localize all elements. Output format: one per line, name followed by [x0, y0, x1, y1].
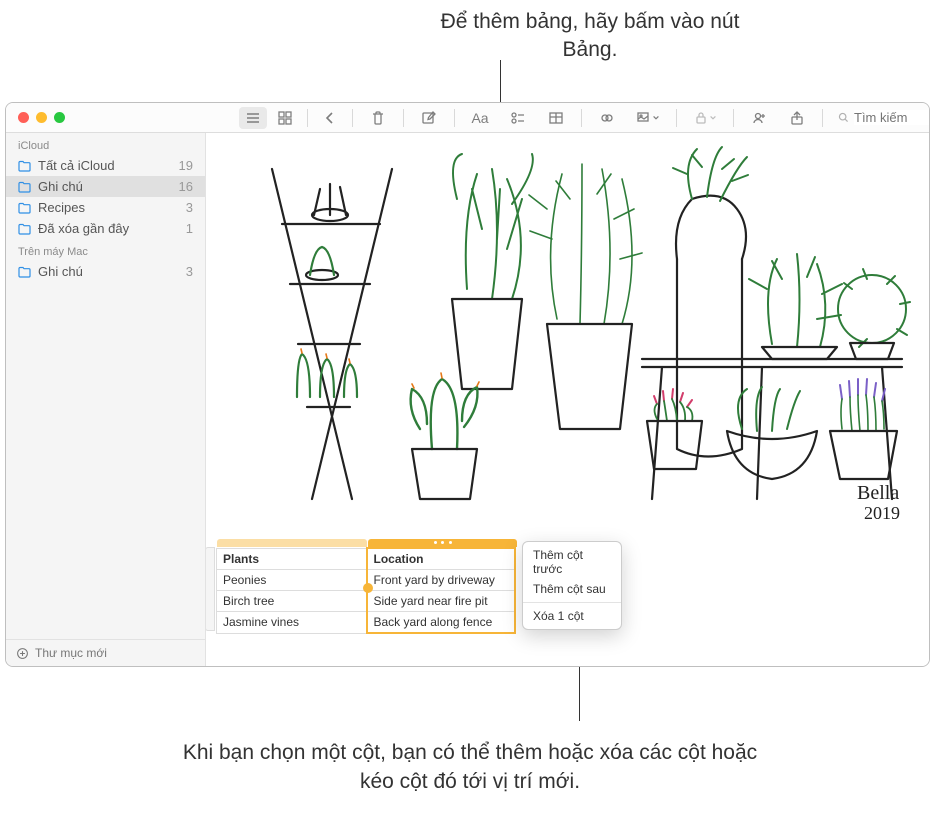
toolbar: Aa — [65, 107, 930, 129]
note-table[interactable]: Plants Location Peonies Front yard by dr… — [216, 547, 516, 634]
sketch-year: 2019 — [864, 503, 900, 523]
share-icon — [789, 110, 805, 126]
sidebar-item-recently-deleted[interactable]: Đã xóa gần đây 1 — [6, 218, 205, 239]
callout-bottom: Khi bạn chọn một cột, bạn có thể thêm ho… — [170, 739, 770, 796]
table-row-handle[interactable] — [206, 547, 215, 631]
sidebar-item-count: 1 — [186, 221, 193, 236]
search-field[interactable] — [831, 110, 930, 125]
table-cell[interactable]: Peonies — [217, 570, 367, 591]
app-window: Aa — [5, 102, 930, 667]
plants-sketch: Bella 2019 — [206, 133, 929, 529]
table-header-cell[interactable]: Location — [367, 548, 515, 570]
folder-icon — [18, 266, 32, 278]
share-button[interactable] — [780, 107, 814, 129]
grid-icon — [277, 110, 293, 126]
search-input[interactable] — [854, 110, 930, 125]
zoom-button[interactable] — [54, 112, 65, 123]
table-cell[interactable]: Back yard along fence — [367, 612, 515, 634]
minimize-button[interactable] — [36, 112, 47, 123]
folder-icon — [18, 160, 32, 172]
table-cell[interactable]: Front yard by driveway — [367, 570, 515, 591]
chevron-left-icon — [322, 110, 338, 126]
lock-button[interactable] — [685, 107, 725, 129]
trash-icon — [370, 110, 386, 126]
format-button[interactable]: Aa — [463, 107, 497, 129]
sketch-signature: Bella — [857, 482, 899, 504]
checklist-icon — [510, 110, 526, 126]
sidebar-item-label: Ghi chú — [38, 264, 180, 279]
new-folder-button[interactable]: Thư mục mới — [6, 639, 205, 666]
table-column-handle-selected[interactable] — [368, 539, 517, 547]
table-header-row: Plants Location — [217, 548, 515, 570]
list-icon — [245, 110, 261, 126]
plus-circle-icon — [16, 647, 29, 660]
callout-top: Để thêm bảng, hãy bấm vào nút Bảng. — [420, 8, 760, 65]
table-column-handle[interactable] — [217, 539, 367, 547]
list-view-button[interactable] — [239, 107, 267, 129]
format-icon: Aa — [471, 110, 488, 126]
chevron-down-icon — [652, 114, 660, 122]
sidebar-item-count: 3 — [186, 200, 193, 215]
note-content: Bella 2019 Plants Lo — [206, 133, 929, 666]
menu-item-delete-col[interactable]: Xóa 1 cột — [523, 606, 621, 626]
menu-separator — [523, 602, 621, 603]
compose-button[interactable] — [412, 107, 446, 129]
table-cell[interactable]: Birch tree — [217, 591, 367, 612]
table-header-cell[interactable]: Plants — [217, 548, 367, 570]
table-resize-handle[interactable] — [363, 583, 373, 593]
table-row: Jasmine vines Back yard along fence — [217, 612, 515, 634]
folder-icon — [18, 181, 32, 193]
sidebar-item-count: 16 — [179, 179, 193, 194]
sidebar-item-label: Ghi chú — [38, 179, 173, 194]
lock-icon — [693, 110, 709, 126]
sidebar-section-title: iCloud — [6, 133, 205, 155]
menu-item-add-col-after[interactable]: Thêm cột sau — [523, 579, 621, 599]
table-cell[interactable]: Side yard near fire pit — [367, 591, 515, 612]
table-cell[interactable]: Jasmine vines — [217, 612, 367, 634]
sidebar-item-mac-notes[interactable]: Ghi chú 3 — [6, 261, 205, 282]
compose-icon — [421, 110, 437, 126]
collaborate-button[interactable] — [742, 107, 776, 129]
folder-icon — [18, 223, 32, 235]
folder-icon — [18, 202, 32, 214]
sidebar-item-label: Recipes — [38, 200, 180, 215]
sidebar-item-label: Tất cả iCloud — [38, 158, 173, 173]
table-row: Birch tree Side yard near fire pit — [217, 591, 515, 612]
titlebar: Aa — [6, 103, 929, 133]
close-button[interactable] — [18, 112, 29, 123]
chevron-down-icon — [709, 114, 717, 122]
traffic-lights — [6, 112, 65, 123]
table-button[interactable] — [539, 107, 573, 129]
callout-line — [579, 661, 580, 721]
sidebar-item-count: 19 — [179, 158, 193, 173]
new-folder-label: Thư mục mới — [35, 646, 107, 660]
sidebar: iCloud Tất cả iCloud 19 Ghi chú 16 Recip… — [6, 133, 206, 666]
table-icon — [548, 110, 564, 126]
grid-view-button[interactable] — [271, 107, 299, 129]
column-context-menu: Thêm cột trước Thêm cột sau Xóa 1 cột — [522, 541, 622, 630]
search-icon — [837, 111, 850, 124]
sidebar-item-recipes[interactable]: Recipes 3 — [6, 197, 205, 218]
delete-button[interactable] — [361, 107, 395, 129]
photo-icon — [636, 110, 652, 126]
sidebar-item-count: 3 — [186, 264, 193, 279]
link-button[interactable] — [590, 107, 624, 129]
sidebar-item-notes[interactable]: Ghi chú 16 — [6, 176, 205, 197]
person-add-icon — [751, 110, 767, 126]
checklist-button[interactable] — [501, 107, 535, 129]
sidebar-item-all-icloud[interactable]: Tất cả iCloud 19 — [6, 155, 205, 176]
link-icon — [599, 110, 615, 126]
sidebar-item-label: Đã xóa gần đây — [38, 221, 180, 236]
media-button[interactable] — [628, 107, 668, 129]
back-button[interactable] — [316, 107, 344, 129]
sidebar-section-title: Trên máy Mac — [6, 239, 205, 261]
menu-item-add-col-before[interactable]: Thêm cột trước — [523, 545, 621, 579]
